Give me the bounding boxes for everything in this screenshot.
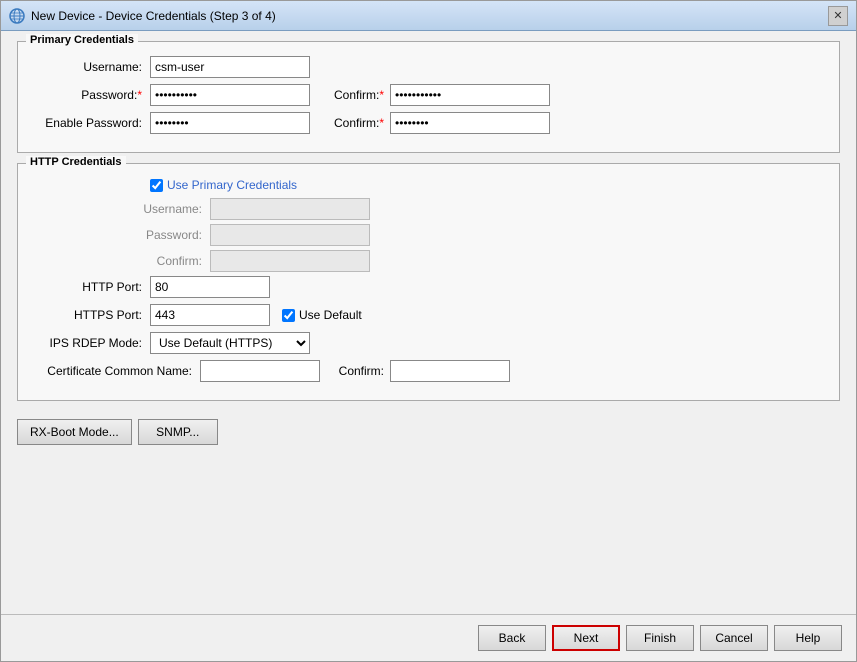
password-row: Password:* Confirm:*	[30, 84, 827, 106]
enable-password-input[interactable]	[150, 112, 310, 134]
close-button[interactable]: ✕	[828, 6, 848, 26]
username-label: Username:	[30, 60, 150, 74]
username-input[interactable]	[150, 56, 310, 78]
primary-credentials-title: Primary Credentials	[26, 34, 138, 46]
footer: Back Next Finish Cancel Help	[1, 614, 856, 661]
primary-credentials-inner: Username: Password:* Confirm:*	[30, 56, 827, 134]
title-text: New Device - Device Credentials (Step 3 …	[31, 9, 276, 23]
cert-confirm-group: Confirm:	[330, 360, 510, 382]
use-default-checkbox[interactable]	[282, 309, 295, 322]
main-window: New Device - Device Credentials (Step 3 …	[0, 0, 857, 662]
enable-password-label: Enable Password:	[30, 116, 150, 130]
snmp-button[interactable]: SNMP...	[138, 419, 218, 445]
https-port-label: HTTPS Port:	[30, 308, 150, 322]
use-primary-checkbox[interactable]	[150, 179, 163, 192]
next-button[interactable]: Next	[552, 625, 620, 651]
use-primary-label[interactable]: Use Primary Credentials	[167, 178, 297, 192]
confirm-enable-label: Confirm:*	[330, 116, 390, 130]
use-default-group: Use Default	[282, 308, 362, 322]
username-row: Username:	[30, 56, 827, 78]
primary-credentials-section: Primary Credentials Username: Password:*…	[17, 41, 840, 153]
http-password-row: Password:	[30, 224, 827, 246]
http-username-row: Username:	[30, 198, 827, 220]
password-input[interactable]	[150, 84, 310, 106]
ips-rdep-select[interactable]: Use Default (HTTPS) HTTP HTTPS	[150, 332, 310, 354]
http-confirm-label: Confirm:	[30, 254, 210, 268]
http-credentials-inner: Use Primary Credentials Username: Passwo…	[30, 178, 827, 382]
https-port-row: HTTPS Port: Use Default	[30, 304, 827, 326]
cert-input[interactable]	[200, 360, 320, 382]
title-bar-left: New Device - Device Credentials (Step 3 …	[9, 8, 276, 24]
back-button[interactable]: Back	[478, 625, 546, 651]
http-port-label: HTTP Port:	[30, 280, 150, 294]
rx-boot-button[interactable]: RX-Boot Mode...	[17, 419, 132, 445]
confirm-enable-input[interactable]	[390, 112, 550, 134]
http-password-label: Password:	[30, 228, 210, 242]
help-button[interactable]: Help	[774, 625, 842, 651]
cancel-button[interactable]: Cancel	[700, 625, 768, 651]
globe-icon	[9, 8, 25, 24]
http-confirm-row: Confirm:	[30, 250, 827, 272]
enable-password-row: Enable Password: Confirm:*	[30, 112, 827, 134]
https-port-input[interactable]	[150, 304, 270, 326]
cert-label: Certificate Common Name:	[30, 364, 200, 378]
http-username-input[interactable]	[210, 198, 370, 220]
cert-confirm-input[interactable]	[390, 360, 510, 382]
http-port-row: HTTP Port:	[30, 276, 827, 298]
title-bar: New Device - Device Credentials (Step 3 …	[1, 1, 856, 31]
password-label: Password:*	[30, 88, 150, 102]
http-credentials-title: HTTP Credentials	[26, 156, 126, 168]
cert-row: Certificate Common Name: Confirm:	[30, 360, 827, 382]
content-area: Primary Credentials Username: Password:*…	[1, 31, 856, 614]
http-port-input[interactable]	[150, 276, 270, 298]
confirm-enable-group: Confirm:*	[330, 112, 550, 134]
confirm-password-group: Confirm:*	[330, 84, 550, 106]
http-username-label: Username:	[30, 202, 210, 216]
http-password-input[interactable]	[210, 224, 370, 246]
use-default-label[interactable]: Use Default	[299, 308, 362, 322]
http-confirm-input[interactable]	[210, 250, 370, 272]
extra-buttons-area: RX-Boot Mode... SNMP...	[17, 411, 840, 449]
finish-button[interactable]: Finish	[626, 625, 694, 651]
ips-rdep-label: IPS RDEP Mode:	[30, 336, 150, 350]
http-credentials-section: HTTP Credentials Use Primary Credentials…	[17, 163, 840, 401]
cert-confirm-label: Confirm:	[330, 364, 390, 378]
ips-rdep-row: IPS RDEP Mode: Use Default (HTTPS) HTTP …	[30, 332, 827, 354]
confirm-password-input[interactable]	[390, 84, 550, 106]
use-primary-row: Use Primary Credentials	[150, 178, 827, 192]
confirm-password-label: Confirm:*	[330, 88, 390, 102]
